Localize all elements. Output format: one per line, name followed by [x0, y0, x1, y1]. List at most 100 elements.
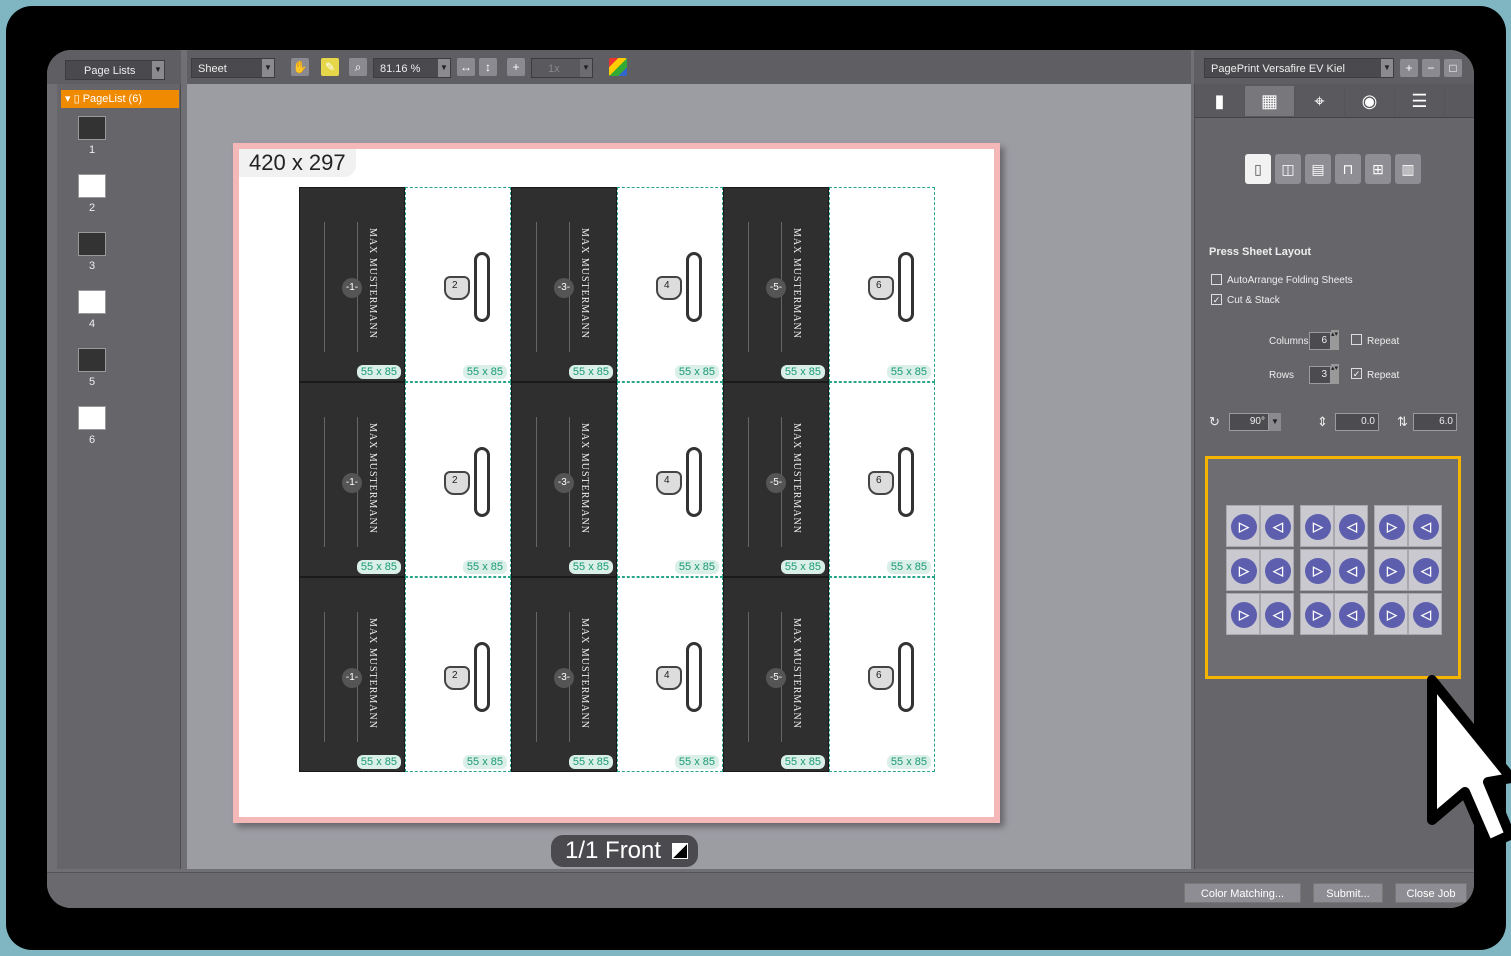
card-name: MAX MUSTERMANN — [579, 423, 590, 534]
business-card[interactable]: MAX MUSTERMANN -1- 55 x 85 — [299, 577, 405, 772]
cut-stack-label: Cut & Stack — [1227, 295, 1280, 306]
finishing-tab-icon[interactable]: ☰ — [1395, 86, 1445, 116]
booklet-icon[interactable]: ▤ — [1305, 154, 1331, 184]
page-lists-dropdown[interactable]: Page Lists ▼ — [65, 60, 165, 80]
hand-tool-icon[interactable]: ✋ — [291, 58, 309, 76]
business-card[interactable]: MAX MUSTERMANN -5- 55 x 85 — [723, 187, 829, 382]
business-card[interactable]: 4 55 x 85 — [617, 577, 723, 772]
rows-stepper[interactable]: ▴▾ — [1331, 364, 1339, 384]
grid-cell[interactable]: ◁ — [1260, 593, 1294, 635]
window-icon[interactable]: □ — [1444, 59, 1462, 77]
columns-input[interactable]: 6 — [1309, 332, 1331, 350]
sheet-canvas[interactable]: 420 x 297 MAX MUSTERMANN -1- 55 x 85 2 55 x … — [187, 84, 1191, 869]
zoom-select[interactable]: 81.16 % ▼ — [373, 58, 451, 78]
columns-repeat-checkbox[interactable] — [1351, 334, 1362, 345]
business-card[interactable]: 4 55 x 85 — [617, 382, 723, 577]
book-icon[interactable]: ⊓ — [1335, 154, 1361, 184]
logo-icon: 4 — [638, 445, 710, 521]
grid-cell[interactable]: ▷ — [1300, 549, 1334, 591]
business-card[interactable]: MAX MUSTERMANN -3- 55 x 85 — [511, 187, 617, 382]
rows-repeat-checkbox[interactable]: ✓ — [1351, 368, 1362, 379]
grid-cell[interactable]: ◁ — [1260, 505, 1294, 547]
cut-stack-checkbox[interactable]: ✓ — [1211, 294, 1222, 305]
section-title: Press Sheet Layout — [1209, 246, 1312, 258]
close-job-button[interactable]: Close Job — [1395, 883, 1467, 903]
grid-cell[interactable]: ▷ — [1374, 505, 1408, 547]
sheet-size-label: 420 x 297 — [239, 149, 356, 177]
add-device-icon[interactable]: + — [1400, 59, 1418, 77]
page-thumbnail-5[interactable] — [78, 348, 106, 372]
grid-cell[interactable]: ▷ — [1374, 593, 1408, 635]
chevron-down-icon[interactable]: ▼ — [1269, 413, 1281, 431]
business-card[interactable]: 2 55 x 85 — [405, 382, 511, 577]
fit-width-icon[interactable]: ↔ — [457, 58, 475, 76]
submit-button[interactable]: Submit... — [1313, 883, 1383, 903]
remove-device-icon[interactable]: − — [1422, 59, 1440, 77]
page-thumbnail-2[interactable] — [78, 174, 106, 198]
grid-cell[interactable]: ◁ — [1334, 549, 1368, 591]
fit-height-icon[interactable]: ↕ — [479, 58, 497, 76]
rows-input[interactable]: 3 — [1309, 366, 1331, 384]
add-icon[interactable]: + — [507, 58, 525, 76]
page-thumbnail-1[interactable] — [78, 116, 106, 140]
folded-icon[interactable]: ◫ — [1275, 154, 1301, 184]
single-page-icon[interactable]: ▯ — [1245, 154, 1271, 184]
card-size-label: 55 x 85 — [356, 365, 401, 379]
sheet-icon[interactable]: ▥ — [1395, 154, 1421, 184]
columns-stepper[interactable]: ▴▾ — [1331, 330, 1339, 350]
press-sheet[interactable]: 420 x 297 MAX MUSTERMANN -1- 55 x 85 2 55 x … — [233, 143, 1000, 823]
page-thumbnail-6[interactable] — [78, 406, 106, 430]
layout-tab-icon[interactable]: ▦ — [1245, 86, 1295, 116]
rotation-input[interactable]: 90° — [1229, 413, 1269, 431]
zoom-icon[interactable]: ⌕ — [349, 58, 367, 76]
color-tab-icon[interactable]: ◉ — [1345, 86, 1395, 116]
business-card[interactable]: 6 55 x 85 — [829, 382, 935, 577]
tree-root-item[interactable]: ▾ ▯ PageList (6) — [61, 90, 179, 108]
orientation-left-icon: ◁ — [1265, 602, 1291, 628]
gap-input[interactable]: 0.0 — [1335, 413, 1379, 431]
grid-cell[interactable]: ▷ — [1300, 593, 1334, 635]
business-card[interactable]: 6 55 x 85 — [829, 577, 935, 772]
orientation-left-icon: ◁ — [1265, 514, 1291, 540]
color-matching-button[interactable]: Color Matching... — [1184, 883, 1301, 903]
business-card[interactable]: MAX MUSTERMANN -3- 55 x 85 — [511, 577, 617, 772]
page-thumbnail-3[interactable] — [78, 232, 106, 256]
grid-cell[interactable]: ▷ — [1226, 549, 1260, 591]
grid-cell[interactable]: ◁ — [1408, 593, 1442, 635]
grid-icon[interactable]: ⊞ — [1365, 154, 1391, 184]
page-side-label[interactable]: 1/1 Front — [551, 835, 698, 867]
imposition-grid-preview[interactable]: ▷ ◁ ▷ ◁ ▷ ◁ ▷ ◁ ▷ ◁ ▷ ◁ ▷ ◁ ▷ ◁ ▷ ◁ — [1205, 456, 1461, 679]
card-size-label: 55 x 85 — [674, 755, 719, 769]
view-select[interactable]: Sheet ▼ — [191, 58, 275, 78]
marks-tab-icon[interactable]: ⌖ — [1295, 86, 1345, 116]
business-card[interactable]: 2 55 x 85 — [405, 577, 511, 772]
marker-tool-icon[interactable]: ✎ — [321, 58, 339, 76]
grid-cell[interactable]: ◁ — [1334, 505, 1368, 547]
offset-input[interactable]: 6.0 — [1413, 413, 1457, 431]
grid-cell[interactable]: ▷ — [1226, 505, 1260, 547]
card-name: MAX MUSTERMANN — [791, 228, 802, 339]
business-card[interactable]: 4 55 x 85 — [617, 187, 723, 382]
grid-cell[interactable]: ◁ — [1408, 549, 1442, 591]
grid-cell[interactable]: ▷ — [1374, 549, 1408, 591]
multiplier-select[interactable]: 1x ▼ — [531, 58, 593, 78]
business-card[interactable]: 2 55 x 85 — [405, 187, 511, 382]
business-card[interactable]: MAX MUSTERMANN -5- 55 x 85 — [723, 577, 829, 772]
autoarrange-checkbox[interactable] — [1211, 274, 1222, 285]
grid-cell[interactable]: ◁ — [1334, 593, 1368, 635]
grid-cell[interactable]: ◁ — [1260, 549, 1294, 591]
color-separations-icon[interactable] — [609, 58, 627, 76]
business-card[interactable]: MAX MUSTERMANN -1- 55 x 85 — [299, 187, 405, 382]
document-tab-icon[interactable]: ▮ — [1195, 86, 1245, 116]
business-card[interactable]: MAX MUSTERMANN -1- 55 x 85 — [299, 382, 405, 577]
rows-label: Rows — [1269, 370, 1295, 381]
business-card[interactable]: 6 55 x 85 — [829, 187, 935, 382]
device-select[interactable]: PagePrint Versafire EV Kiel ▼ — [1204, 58, 1394, 78]
business-card[interactable]: MAX MUSTERMANN -5- 55 x 85 — [723, 382, 829, 577]
grid-cell[interactable]: ▷ — [1300, 505, 1334, 547]
logo-icon: 4 — [638, 250, 710, 326]
grid-cell[interactable]: ◁ — [1408, 505, 1442, 547]
grid-cell[interactable]: ▷ — [1226, 593, 1260, 635]
page-thumbnail-4[interactable] — [78, 290, 106, 314]
business-card[interactable]: MAX MUSTERMANN -3- 55 x 85 — [511, 382, 617, 577]
